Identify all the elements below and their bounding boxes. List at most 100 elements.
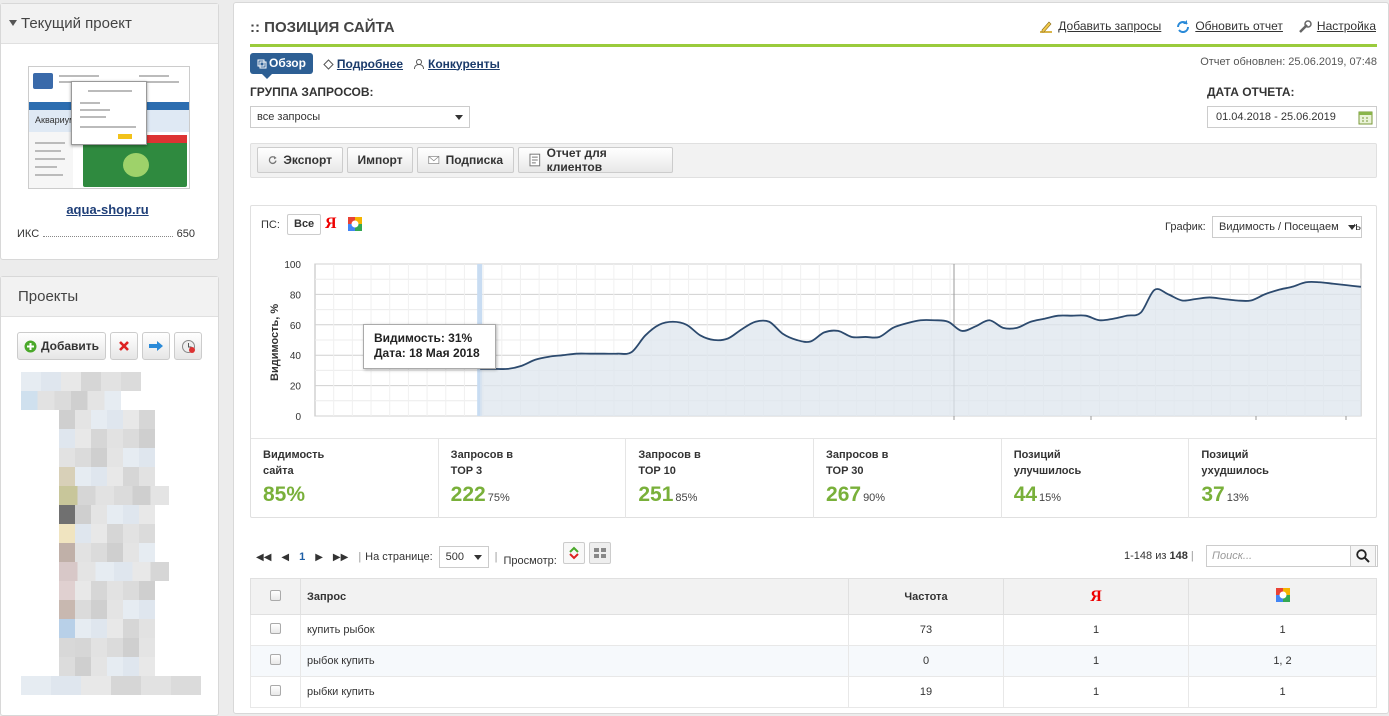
projects-header: Проекты [1,277,218,317]
stat-title: Позиций улучшилось [1013,449,1082,477]
queries-table: Запрос Частота Я купить рыбок 73 1 1 рыбок к… [250,578,1377,708]
current-project-header[interactable]: Текущий проект [1,4,218,44]
chevron-down-icon [455,115,463,120]
row-checkbox[interactable] [270,623,281,634]
add-project-label: Добавить [40,339,100,353]
export-icon [268,156,277,165]
row-checkbox[interactable] [270,685,281,696]
export-button[interactable]: Экспорт [257,147,343,173]
current-page[interactable]: 1 [299,551,305,563]
details-icon [323,59,334,70]
thumb-logo [33,73,53,89]
y-tick-label: 20 [290,382,302,393]
table-row[interactable]: рыбок купить 0 1 1, 2 [250,645,1377,677]
client-report-button[interactable]: Отчет для клиентов [518,146,673,174]
query-group-select[interactable]: все запросы [250,106,470,128]
grid-icon [593,548,606,558]
stat-title: Видимость сайта [263,449,325,477]
current-project-panel: Текущий проект Аквариум aqua-shop.ru ИКС… [0,3,219,260]
view-label: Просмотр: [503,555,557,567]
refresh-report-link[interactable]: Обновить отчет [1175,19,1283,35]
stat-value-row: 85% [263,483,307,507]
last-page-icon[interactable]: ▶▶ [333,552,348,563]
ps-label: ПС: [261,219,280,231]
move-project-button[interactable] [142,332,170,360]
report-date-input[interactable]: 01.04.2018 - 25.06.2019 [1207,106,1377,128]
tab-competitors[interactable]: Конкуренты [413,57,500,71]
tab-overview[interactable]: Обзор [250,53,313,79]
stat-card: Позиций ухудшилось 37 13% [1189,439,1376,518]
calendar-icon[interactable] [1358,110,1373,125]
blurred-project-row [59,600,155,619]
view-positions-toggle[interactable] [562,542,585,564]
stat-card: Запросов в TOP 10 251 85% [626,439,815,518]
settings-link[interactable]: Настройка [1297,19,1376,35]
blurred-project-row [21,372,141,391]
freq-cell: 73 [848,614,1004,646]
freq-column-header[interactable]: Частота [848,578,1004,615]
delete-project-button[interactable] [110,332,138,360]
blurred-project-row [59,410,155,429]
stat-value-row: 267 90% [826,483,885,507]
projects-panel: Проекты Добавить [0,276,219,716]
thumb-price-bar [147,135,187,143]
per-page-label: На странице: [365,551,433,563]
ps-all-button[interactable]: Все [287,214,322,235]
next-page-icon[interactable]: ▶ [315,552,323,563]
graph-type-select[interactable]: Видимость / Посещаемость [1212,216,1362,238]
project-site-link[interactable]: aqua-shop.ru [1,202,214,217]
subscribe-label: Подписка [445,153,503,167]
thumb-banner-text: Аквариум [35,115,76,125]
client-report-label: Отчет для клиентов [546,146,607,174]
stats-row: Видимость сайта 85% Запросов в TOP 3 222 75%… [251,438,1376,518]
tab-overview-label: Обзор [269,56,306,70]
blurred-project-row [59,638,155,657]
stat-value: 44 [1013,483,1038,506]
google-filter-icon[interactable] [348,217,362,231]
row-checkbox[interactable] [270,654,281,665]
freq-cell: 0 [848,645,1004,677]
user-icon [414,59,425,70]
iks-row: ИКС 650 [17,228,195,240]
per-page-select[interactable]: 500 [438,546,489,568]
blurred-project-row [59,448,155,467]
search-icon [1356,549,1370,563]
google-position-cell: 1, 2 [1188,645,1377,677]
iks-value: 650 [176,228,195,240]
blurred-project-row [21,676,201,695]
stat-card: Видимость сайта 85% [251,439,439,518]
search-button[interactable] [1350,545,1376,567]
add-project-button[interactable]: Добавить [17,332,106,360]
query-column-header[interactable]: Запрос [300,578,849,615]
thumb-modal [71,81,147,145]
table-row[interactable]: рыбки купить 19 1 1 [250,676,1377,708]
iks-dots [43,231,173,237]
stat-value: 85% [263,483,306,506]
first-page-icon[interactable]: ◀◀ [256,552,271,563]
site-thumbnail[interactable]: Аквариум [28,66,190,189]
select-all-checkbox[interactable] [270,589,281,601]
tooltip-date: Дата: 18 Мая 2018 [374,346,480,360]
projects-toolbar: Добавить [17,332,202,360]
subscribe-button[interactable]: Подписка [417,147,514,173]
yandex-column-header[interactable]: Я [1003,578,1189,615]
freq-cell: 19 [848,676,1004,708]
query-group-label: ГРУППА ЗАПРОСОВ: [250,85,374,99]
document-icon [529,153,541,167]
add-queries-link[interactable]: Добавить запросы [1038,19,1161,35]
tab-details[interactable]: Подробнее [323,57,403,71]
blurred-project-row [59,657,155,676]
action-toolbar: Экспорт Импорт Подписка Отчет для клиент… [250,143,1377,178]
project-schedule-button[interactable] [174,332,202,360]
y-tick-label: 80 [290,290,302,301]
google-column-header[interactable] [1188,578,1377,615]
prev-page-icon[interactable]: ◀ [281,552,289,563]
table-row[interactable]: купить рыбок 73 1 1 [250,614,1377,646]
yandex-filter-icon[interactable]: Я [325,215,337,233]
view-grid-toggle[interactable] [588,542,611,564]
import-button[interactable]: Импорт [347,147,413,173]
yandex-position-cell: 1 [1003,614,1189,646]
current-project-title: Текущий проект [21,15,132,32]
triangle-down-icon [9,20,17,26]
blurred-project-row [59,505,155,524]
